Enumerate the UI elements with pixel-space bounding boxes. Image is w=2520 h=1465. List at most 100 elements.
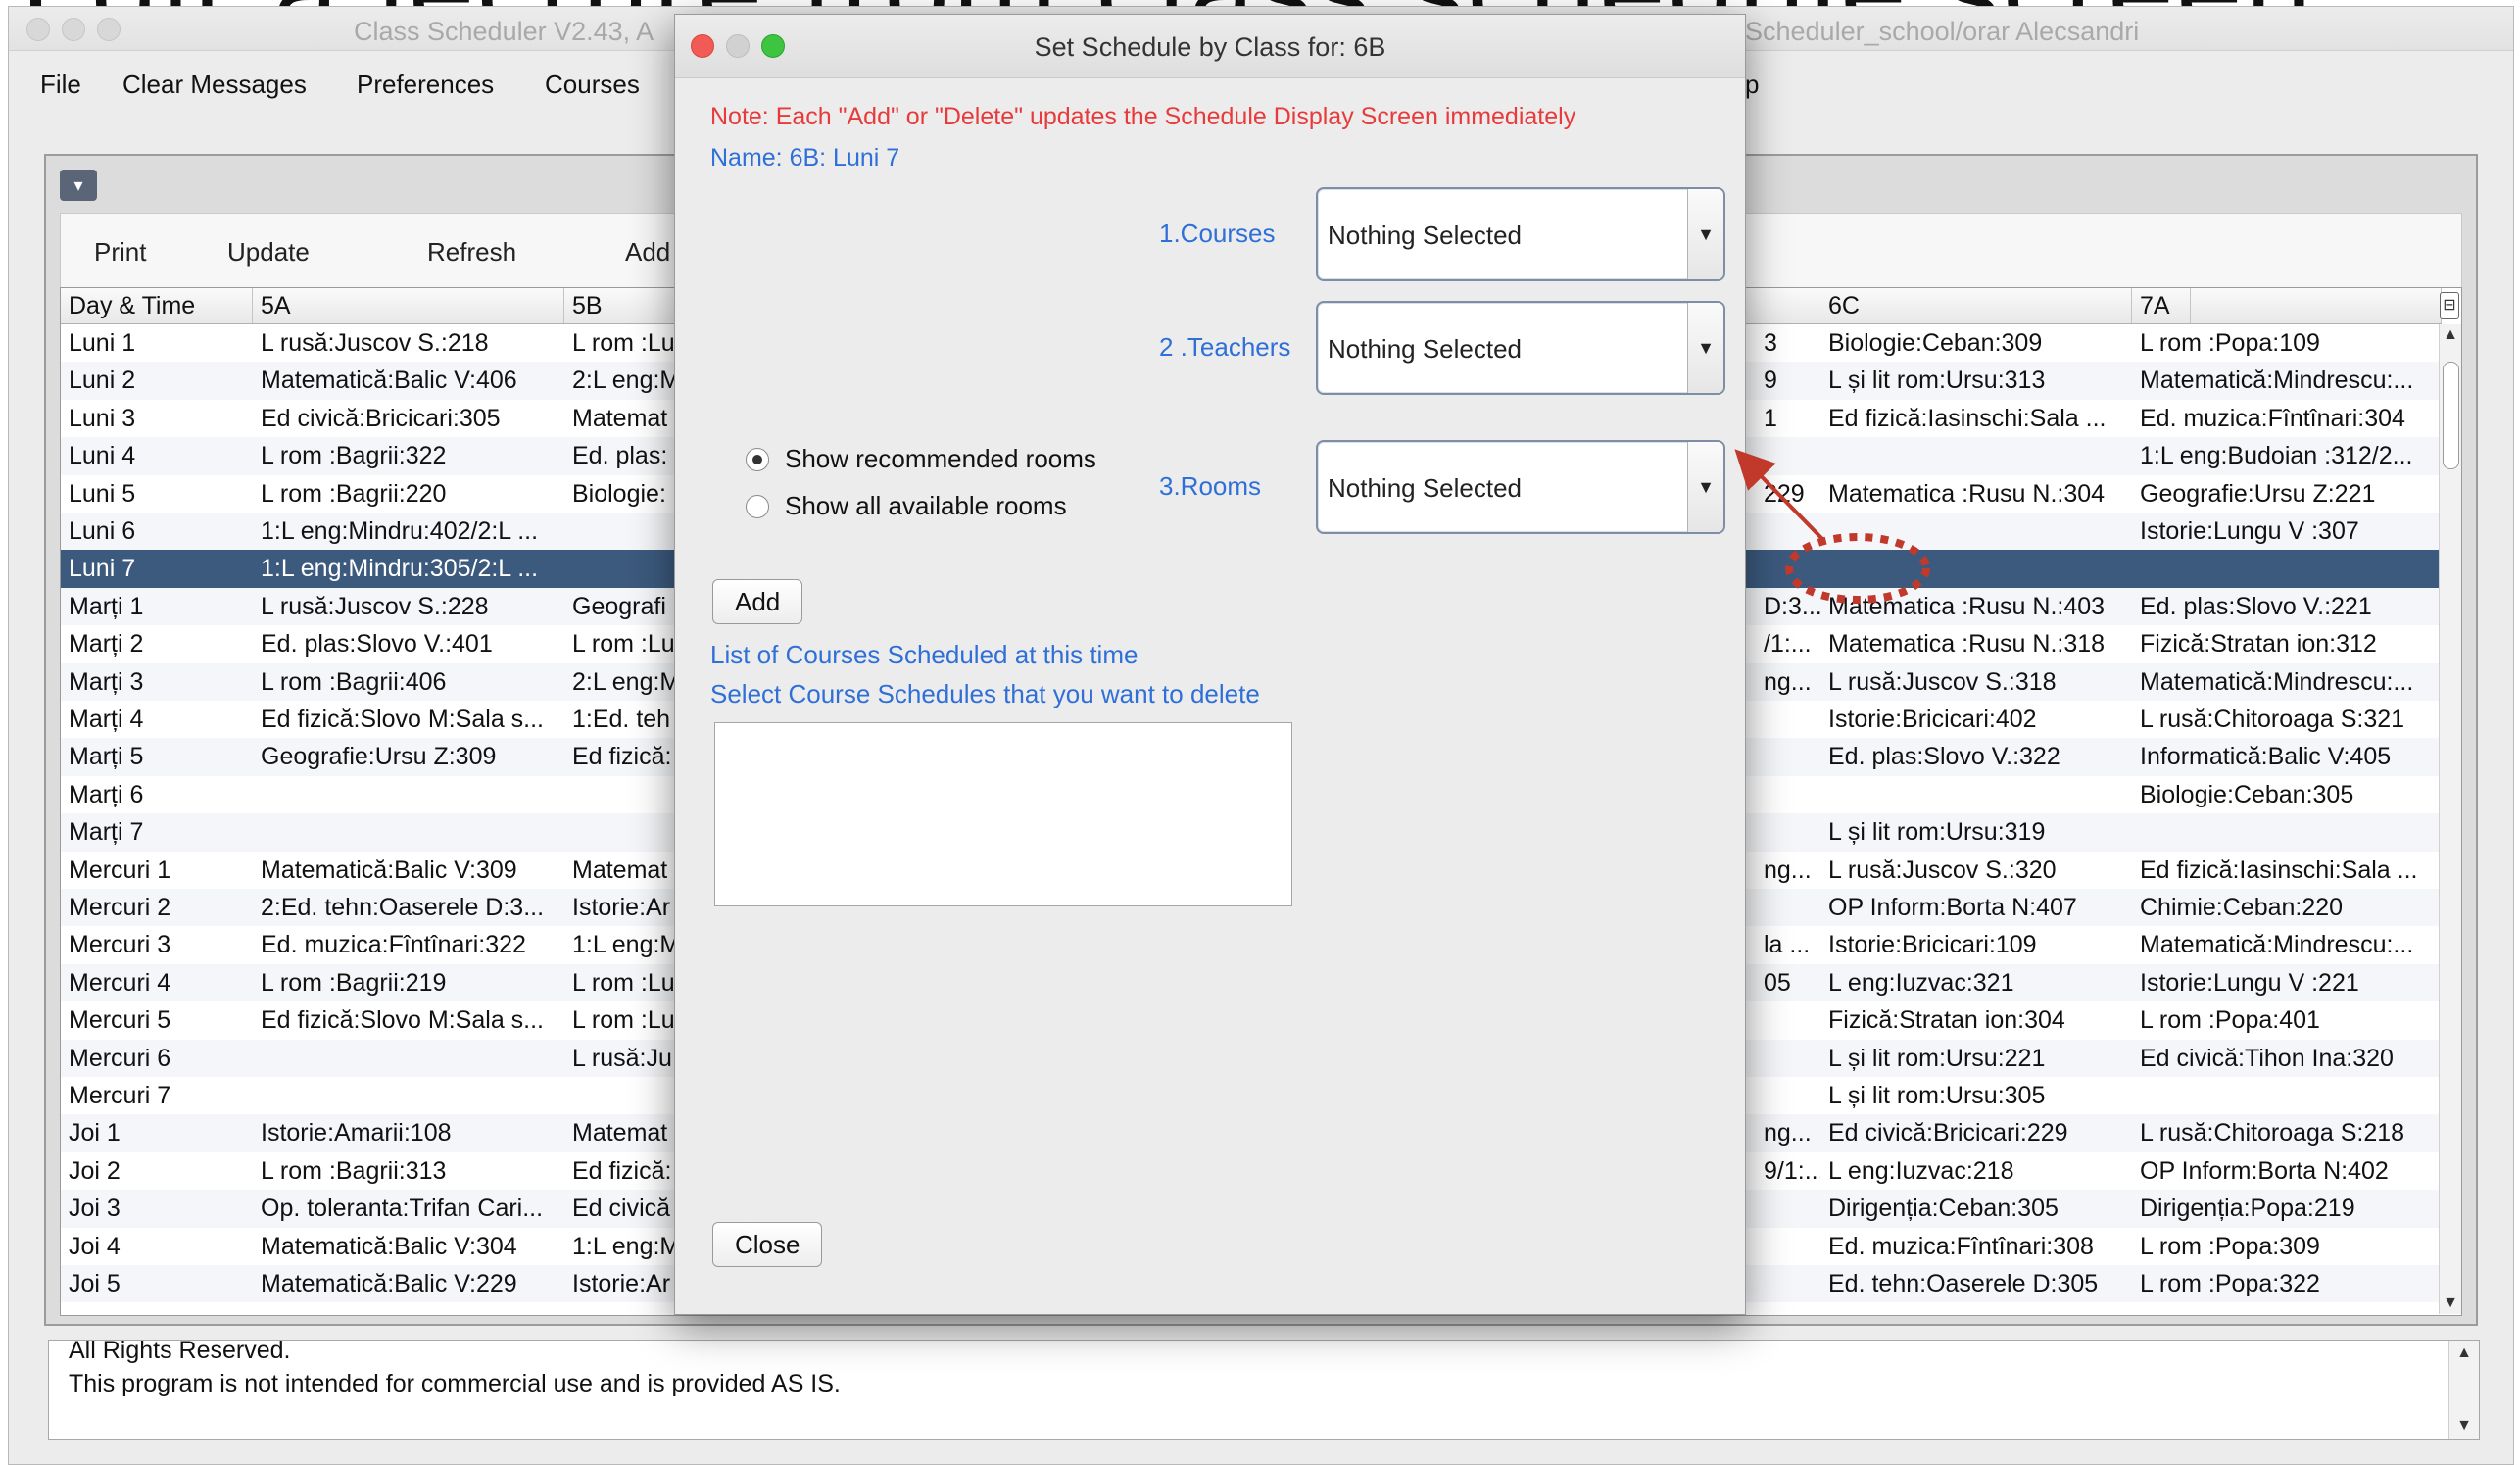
radio-button-selected[interactable] [746,448,769,471]
table-cell[interactable]: Mercuri 7 [61,1077,253,1114]
teachers-dropdown[interactable]: Nothing Selected ▼ [1316,301,1725,395]
table-cell[interactable]: Luni 2 [61,362,253,399]
table-cell[interactable]: Fizică:Stratan ion:312 [2132,625,2442,662]
table-cell[interactable]: Matematică:Balic V:406 [253,362,564,399]
rooms-dropdown[interactable]: Nothing Selected ▼ [1316,440,1725,534]
table-cell[interactable]: /1:... [1756,625,1820,662]
table-cell[interactable]: Mercuri 1 [61,852,253,889]
table-cell[interactable]: L rusă:Juscov S.:228 [253,588,564,625]
menu-clear-messages[interactable]: Clear Messages [122,70,307,100]
table-cell[interactable]: ng... [1756,852,1820,889]
add-button[interactable]: Add [625,237,670,268]
table-cell[interactable]: L rusă:Juscov S.:320 [1820,852,2132,889]
table-cell[interactable]: Ed civică:Bricicari:229 [1820,1114,2132,1151]
table-cell[interactable]: Matematică:Mindrescu:... [2132,663,2442,701]
table-cell[interactable]: L rom :Popa:322 [2132,1265,2442,1302]
table-cell[interactable]: Istorie:Bricicari:109 [1820,926,2132,963]
table-cell[interactable]: OP Inform:Borta N:407 [1820,889,2132,926]
table-cell[interactable]: Ed. muzica:Fîntînari:322 [253,926,564,963]
table-cell[interactable]: Marți 3 [61,663,253,701]
table-cell[interactable]: Matematica :Rusu N.:403 [1820,588,2132,625]
table-cell[interactable]: Matematică:Balic V:229 [253,1265,564,1302]
table-cell[interactable]: Ed fizică:Iasinschi:Sala ... [1820,400,2132,437]
table-cell[interactable]: 9 [1756,362,1820,399]
table-cell[interactable]: Fizică:Stratan ion:304 [1820,1001,2132,1039]
table-cell[interactable]: 05 [1756,964,1820,1001]
table-cell[interactable]: Dirigenția:Popa:219 [2132,1190,2442,1227]
table-cell[interactable]: Marți 2 [61,625,253,662]
table-cell[interactable] [1820,776,2132,813]
scroll-up-icon[interactable]: ▲ [2449,1344,2479,1362]
table-cell[interactable]: Marți 6 [61,776,253,813]
table-cell[interactable] [253,776,564,813]
table-cell[interactable] [1756,1265,1820,1302]
table-cell[interactable] [1756,550,1820,587]
table-cell[interactable]: la ... [1756,926,1820,963]
messages-area[interactable]: All Rights Reserved. This program is not… [48,1340,2480,1440]
table-cell[interactable]: Informatică:Balic V:405 [2132,738,2442,775]
menu-file[interactable]: File [40,70,81,100]
update-button[interactable]: Update [227,237,310,268]
table-vertical-scrollbar[interactable]: ▲ ▼ [2439,324,2461,1314]
table-cell[interactable]: Mercuri 5 [61,1001,253,1039]
courses-dropdown[interactable]: Nothing Selected ▼ [1316,187,1725,281]
table-cell[interactable]: L rom :Popa:109 [2132,324,2442,362]
table-cell[interactable]: L eng:Iuzvac:218 [1820,1152,2132,1190]
refresh-button[interactable]: Refresh [427,237,516,268]
dialog-titlebar[interactable]: Set Schedule by Class for: 6B [675,15,1745,78]
triangle-down-icon[interactable]: ▼ [1687,189,1723,279]
table-cell[interactable]: D:3... [1756,588,1820,625]
chevron-down-icon[interactable]: ▾ [60,170,97,201]
table-cell[interactable] [1756,813,1820,851]
table-cell[interactable]: L rom :Bagrii:220 [253,475,564,513]
table-cell[interactable]: Luni 6 [61,513,253,550]
table-cell[interactable]: Luni 1 [61,324,253,362]
table-cell[interactable]: L rom :Bagrii:313 [253,1152,564,1190]
table-cell[interactable]: L și lit rom:Ursu:313 [1820,362,2132,399]
menu-help-partial[interactable]: p [1745,70,1759,100]
table-cell[interactable]: Op. toleranta:Trifan Cari... [253,1190,564,1227]
scroll-down-icon[interactable]: ▼ [2440,1294,2461,1312]
table-cell[interactable]: Matematica :Rusu N.:304 [1820,475,2132,513]
scheduled-courses-list[interactable] [714,722,1292,906]
table-cell[interactable]: Marți 7 [61,813,253,851]
table-cell[interactable]: L rusă:Juscov S.:218 [253,324,564,362]
table-cell[interactable]: Luni 7 [61,550,253,587]
table-cell[interactable] [1756,513,1820,550]
table-cell[interactable]: Mercuri 6 [61,1040,253,1077]
table-cell[interactable] [1756,738,1820,775]
print-button[interactable]: Print [94,237,146,268]
table-cell[interactable]: Dirigenția:Ceban:305 [1820,1190,2132,1227]
table-cell[interactable] [1756,1228,1820,1265]
table-cell[interactable]: Joi 4 [61,1228,253,1265]
table-cell[interactable]: L și lit rom:Ursu:305 [1820,1077,2132,1114]
table-cell[interactable]: Ed fizică:Slovo M:Sala s... [253,701,564,738]
table-cell[interactable] [2132,1077,2442,1114]
table-cell[interactable]: Biologie:Ceban:309 [1820,324,2132,362]
table-cell[interactable]: Marți 4 [61,701,253,738]
table-cell[interactable]: L rom :Bagrii:322 [253,437,564,474]
table-cell[interactable]: Joi 2 [61,1152,253,1190]
table-cell[interactable]: Geografie:Ursu Z:309 [253,738,564,775]
table-cell[interactable]: L rom :Popa:401 [2132,1001,2442,1039]
table-cell[interactable]: Mercuri 2 [61,889,253,926]
table-cell[interactable]: Ed. muzica:Fîntînari:304 [2132,400,2442,437]
table-cell[interactable] [253,1077,564,1114]
table-cell[interactable]: L rom :Popa:309 [2132,1228,2442,1265]
triangle-down-icon[interactable]: ▼ [1687,442,1723,532]
scroll-thumb[interactable] [2443,362,2459,469]
column-header-5a[interactable]: 5A [253,288,564,323]
messages-scrollbar[interactable]: ▲ ▼ [2448,1341,2479,1439]
table-cell[interactable]: Ed. plas:Slovo V.:322 [1820,738,2132,775]
table-cell[interactable]: L eng:Iuzvac:321 [1820,964,2132,1001]
table-cell[interactable] [1820,437,2132,474]
table-cell[interactable]: 229 [1756,475,1820,513]
table-cell[interactable]: L rusă:Juscov S.:318 [1820,663,2132,701]
add-schedule-button[interactable]: Add [712,579,803,624]
table-cell[interactable] [253,1040,564,1077]
table-cell[interactable] [253,813,564,851]
table-cell[interactable] [1756,1077,1820,1114]
table-cell[interactable] [1756,701,1820,738]
table-cell[interactable] [1756,437,1820,474]
table-cell[interactable]: Biologie:Ceban:305 [2132,776,2442,813]
